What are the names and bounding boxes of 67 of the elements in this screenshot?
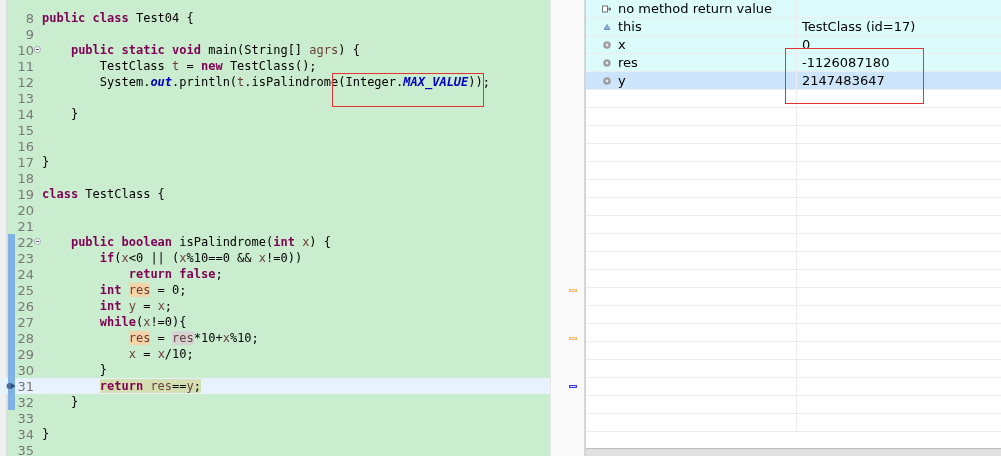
code-line: } [98, 362, 108, 378]
line-number: 23 [17, 250, 34, 266]
line-number: 18 [17, 170, 34, 186]
triangle-icon [602, 21, 612, 32]
line-number: 10 [17, 42, 34, 58]
collapse-icon[interactable] [34, 238, 41, 245]
local-variable-icon [602, 39, 612, 50]
variable-name: y [618, 73, 626, 88]
code-line: int y = x; [98, 298, 173, 314]
code-line: } [69, 394, 79, 410]
line-number: 30 [17, 362, 34, 378]
code-line: } [42, 154, 50, 170]
line-number: 26 [17, 298, 34, 314]
line-number: 24 [17, 266, 34, 282]
occurrence-marker[interactable] [569, 336, 577, 340]
variable-name: x [618, 37, 626, 52]
local-variable-icon [602, 75, 612, 86]
variable-row[interactable]: no method return value [586, 0, 1001, 18]
line-number: 20 [17, 202, 34, 218]
code-line: } [42, 426, 50, 442]
variable-name: this [618, 19, 642, 34]
code-line: TestClass t = new TestClass(); [98, 58, 317, 74]
code-line: return false; [127, 266, 223, 282]
variable-name: res [618, 55, 638, 70]
collapse-icon[interactable] [34, 46, 41, 53]
line-number: 31 [17, 378, 34, 394]
code-line: public class Test04 { [42, 10, 194, 26]
line-number: 34 [17, 426, 34, 442]
line-number: 16 [17, 138, 34, 154]
variable-row[interactable]: this TestClass (id=17) [586, 18, 1001, 36]
variable-row[interactable]: res -1126087180 [586, 54, 1001, 72]
code-line: public static void main(String[] agrs) { [69, 42, 360, 58]
return-value-icon [602, 3, 612, 14]
code-line: int res = 0; [98, 282, 187, 298]
code-line: while(x!=0){ [98, 314, 187, 330]
line-number: 21 [17, 218, 34, 234]
variable-value: TestClass (id=17) [802, 19, 916, 34]
local-variable-icon [602, 57, 612, 68]
line-number: 12 [17, 74, 34, 90]
line-number: 9 [25, 26, 34, 42]
line-number: 15 [17, 122, 34, 138]
line-number: 35 [17, 442, 34, 456]
line-number: 13 [17, 90, 34, 106]
line-number: 22 [17, 234, 34, 250]
line-number: 32 [17, 394, 34, 410]
code-line: } [69, 106, 79, 122]
variable-value: -1126087180 [802, 55, 890, 70]
line-number: 8 [25, 10, 34, 26]
code-line: public boolean isPalindrome(int x) { [69, 234, 332, 250]
code-line: class TestClass { [42, 186, 165, 202]
line-number: 27 [17, 314, 34, 330]
line-number: 25 [17, 282, 34, 298]
code-line: if(x<0 || (x%10==0 && x!=0)) [98, 250, 303, 266]
line-number: 19 [17, 186, 34, 202]
line-number: 17 [17, 154, 34, 170]
code-line: res = res*10+x%10; [127, 330, 259, 346]
occurrence-marker[interactable] [569, 288, 577, 292]
variable-value: 2147483647 [802, 73, 885, 88]
instruction-pointer-icon [6, 381, 16, 391]
line-number: 14 [17, 106, 34, 122]
line-number: 33 [17, 410, 34, 426]
line-number: 29 [17, 346, 34, 362]
variable-name: no method return value [618, 1, 773, 16]
variable-row[interactable]: y 2147483647 [586, 72, 1001, 90]
line-number: 28 [17, 330, 34, 346]
code-line: x = x/10; [127, 346, 194, 362]
line-number: 11 [17, 58, 34, 74]
